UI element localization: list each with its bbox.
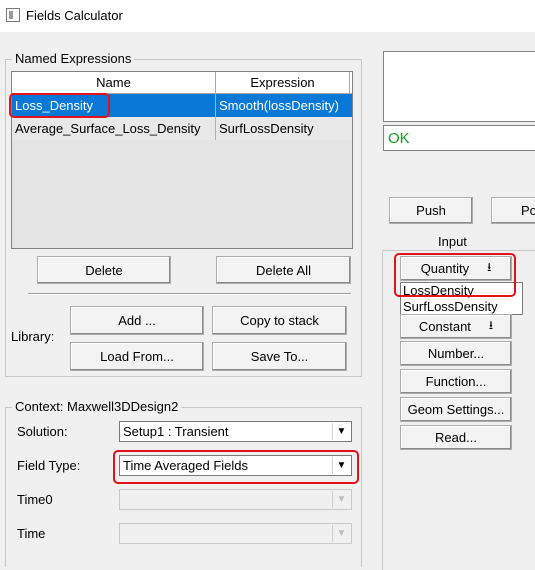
field-type-label: Field Type: [17,458,81,473]
expression-value: SurfLossDensity [219,121,314,136]
function-button[interactable]: Function... [400,369,512,394]
column-header-name[interactable]: Name [12,72,216,94]
copy-to-stack-button[interactable]: Copy to stack [212,306,347,335]
app-icon [6,8,20,22]
expression-name: Average_Surface_Loss_Density [15,121,201,136]
field-type-highlight [113,450,359,484]
dropdown-icon[interactable]: ▼ [332,525,350,542]
window-title: Fields Calculator [26,8,123,23]
pop-button[interactable]: Po [491,197,535,224]
geom-settings-button[interactable]: Geom Settings... [400,397,512,422]
status-field: OK [383,125,535,151]
time0-select[interactable]: ▼ [119,489,352,510]
number-button[interactable]: Number... [400,341,512,366]
pop-button-label: Po [521,203,535,218]
solution-label: Solution: [17,424,68,439]
delete-button[interactable]: Delete [37,256,171,284]
column-header-filler [350,72,352,94]
time0-label: Time0 [17,492,53,507]
read-button[interactable]: Read... [400,425,512,450]
context-legend: Context: Maxwell3DDesign2 [12,399,182,414]
quantity-highlight [394,253,516,297]
solution-select[interactable]: Setup1 : Transient ▼ [119,421,352,442]
divider [28,293,351,295]
quantity-option[interactable]: SurfLossDensity [401,299,522,315]
save-to-button[interactable]: Save To... [212,342,347,371]
title-bar: Fields Calculator [0,0,535,32]
load-from-button[interactable]: Load From... [70,342,204,371]
library-label: Library: [11,329,55,344]
name-highlight [9,93,110,118]
expression-value: Smooth(lossDensity) [219,98,339,113]
push-button[interactable]: Push [389,197,473,224]
named-expressions-legend: Named Expressions [12,51,135,66]
down-arrow-icon: ⭳ [488,318,494,332]
time-label: Time [17,526,46,541]
constant-button[interactable]: Constant ⭳ [400,314,512,339]
table-row[interactable]: Average_Surface_Loss_Density SurfLossDen… [12,117,352,140]
column-header-expression[interactable]: Expression [216,72,350,94]
time-select[interactable]: ▼ [119,523,352,544]
constant-label: Constant [418,319,471,334]
solution-value: Setup1 : Transient [123,424,229,439]
input-legend: Input [435,234,470,249]
dropdown-icon[interactable]: ▼ [332,491,350,508]
add-button[interactable]: Add ... [70,306,204,335]
stack-output-box[interactable] [383,51,535,122]
delete-all-button[interactable]: Delete All [216,256,351,284]
dropdown-icon[interactable]: ▼ [332,423,350,440]
